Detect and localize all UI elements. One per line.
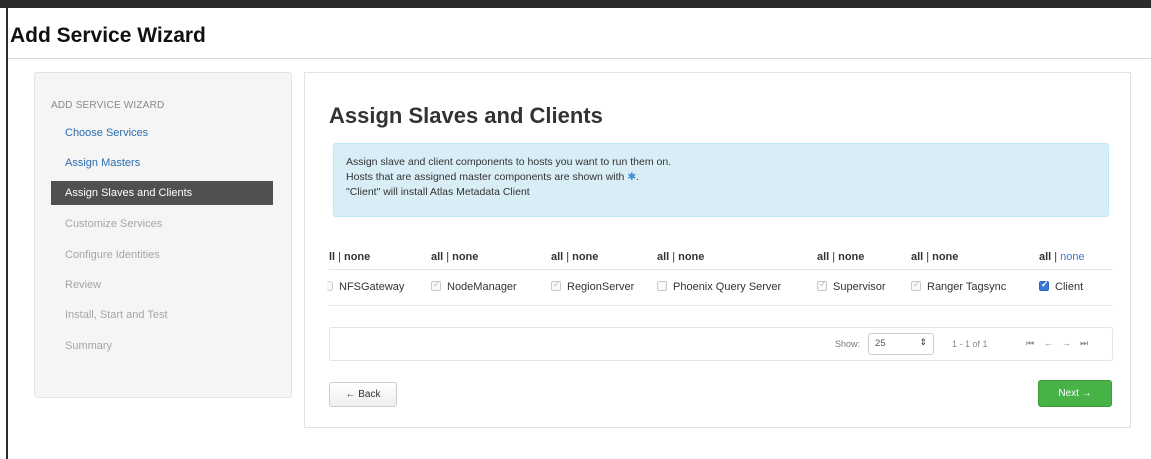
select-group-phoenix: all | none [657,251,705,263]
sidebar-item-assign-masters[interactable]: Assign Masters [51,151,275,175]
component-phoenix-query-server[interactable]: Phoenix Query Server [657,281,781,293]
page-range: 1 - 1 of 1 [952,339,988,349]
select-group-regionserver: all | none [551,251,599,263]
select-all-link[interactable]: all [657,251,669,263]
select-all-link[interactable]: all [1039,251,1051,263]
component-nfsgateway[interactable]: NFSGateway [327,281,405,293]
master-marker-icon: ✱ [627,171,637,183]
component-label: Ranger Tagsync [927,281,1007,293]
checkbox[interactable] [657,281,667,291]
checkbox[interactable] [1039,279,1049,291]
select-all-link[interactable]: all [431,251,443,263]
header-divider [329,269,1113,270]
page-title: Add Service Wizard [10,24,206,47]
select-none-link[interactable]: none [678,251,704,263]
prev-page-icon[interactable]: ← [1044,338,1053,348]
select-group-client: all | none [1039,251,1085,263]
component-label: NFSGateway [339,281,405,293]
checkbox[interactable] [551,279,561,291]
select-group-nodemanager: all | none [431,251,479,263]
component-client[interactable]: Client [1039,279,1084,293]
select-none-link[interactable]: none [452,251,478,263]
first-page-icon[interactable]: ⏮ [1026,338,1034,349]
window-left-border [6,8,8,459]
component-label: Phoenix Query Server [673,281,782,293]
sidebar-item-install-start-test: Install, Start and Test [65,309,168,321]
select-none-link[interactable]: none [932,251,958,263]
info-line-2-end: . [636,171,640,183]
sidebar-item-assign-slaves-and-clients[interactable]: Assign Slaves and Clients [51,181,273,205]
info-line-2: Hosts that are assigned master component… [346,170,1096,185]
back-button[interactable]: ← Back [329,382,397,407]
step-title: Assign Slaves and Clients [329,103,603,128]
select-group-ranger-tagsync: all | none [911,251,959,263]
sidebar-item-choose-services[interactable]: Choose Services [51,121,275,145]
component-ranger-tagsync[interactable]: Ranger Tagsync [911,279,1007,293]
select-all-link[interactable]: all [817,251,829,263]
sidebar-item-summary: Summary [65,340,113,352]
checkbox[interactable] [327,281,333,291]
checkbox[interactable] [911,279,921,291]
table-pager: Show: 25 ⇕ 1 - 1 of 1 ⏮ ← → ⏭ [329,327,1113,361]
checkbox[interactable] [817,279,827,291]
title-divider [8,58,1151,59]
select-all-link[interactable]: ll [329,251,335,263]
main-panel: Assign Slaves and Clients Assign slave a… [304,72,1131,428]
sidebar-item-review: Review [65,279,102,291]
next-button[interactable]: Next → [1038,380,1112,407]
select-all-link[interactable]: all [911,251,923,263]
info-line-2-text: Hosts that are assigned master component… [346,171,625,183]
select-none-link[interactable]: none [838,251,864,263]
info-line-3: "Client" will install Atlas Metadata Cli… [346,186,530,198]
component-regionserver[interactable]: RegionServer [551,279,635,293]
last-page-icon[interactable]: ⏭ [1080,338,1088,349]
window-top-border [0,0,1151,8]
sidebar-item-customize-services: Customize Services [65,218,163,230]
select-none-link[interactable]: none [1060,251,1084,263]
row-divider [329,305,1113,306]
select-arrows-icon: ⇕ [919,337,927,347]
info-line-1: Assign slave and client components to ho… [346,156,672,168]
sidebar-header: ADD SERVICE WIZARD [51,100,165,111]
component-label: RegionServer [567,281,635,293]
checkbox[interactable] [431,279,441,291]
page-size-value: 25 [875,338,886,349]
select-none-link[interactable]: none [572,251,598,263]
component-label: Client [1055,281,1084,293]
next-page-icon[interactable]: → [1062,338,1071,348]
component-label: NodeManager [447,281,517,293]
sidebar-item-configure-identities: Configure Identities [65,249,160,261]
select-none-link[interactable]: none [344,251,370,263]
select-group-supervisor: all | none [817,251,865,263]
page-size-select[interactable]: 25 ⇕ [868,333,934,355]
component-label: Supervisor [833,281,886,293]
component-nodemanager[interactable]: NodeManager [431,279,517,293]
wizard-sidebar: ADD SERVICE WIZARD Choose Services Assig… [34,72,292,398]
info-alert: Assign slave and client components to ho… [333,143,1109,217]
component-supervisor[interactable]: Supervisor [817,279,886,293]
select-group-nfsgateway: ll | none [329,251,371,263]
show-label: Show: [835,339,861,349]
select-all-link[interactable]: all [551,251,563,263]
